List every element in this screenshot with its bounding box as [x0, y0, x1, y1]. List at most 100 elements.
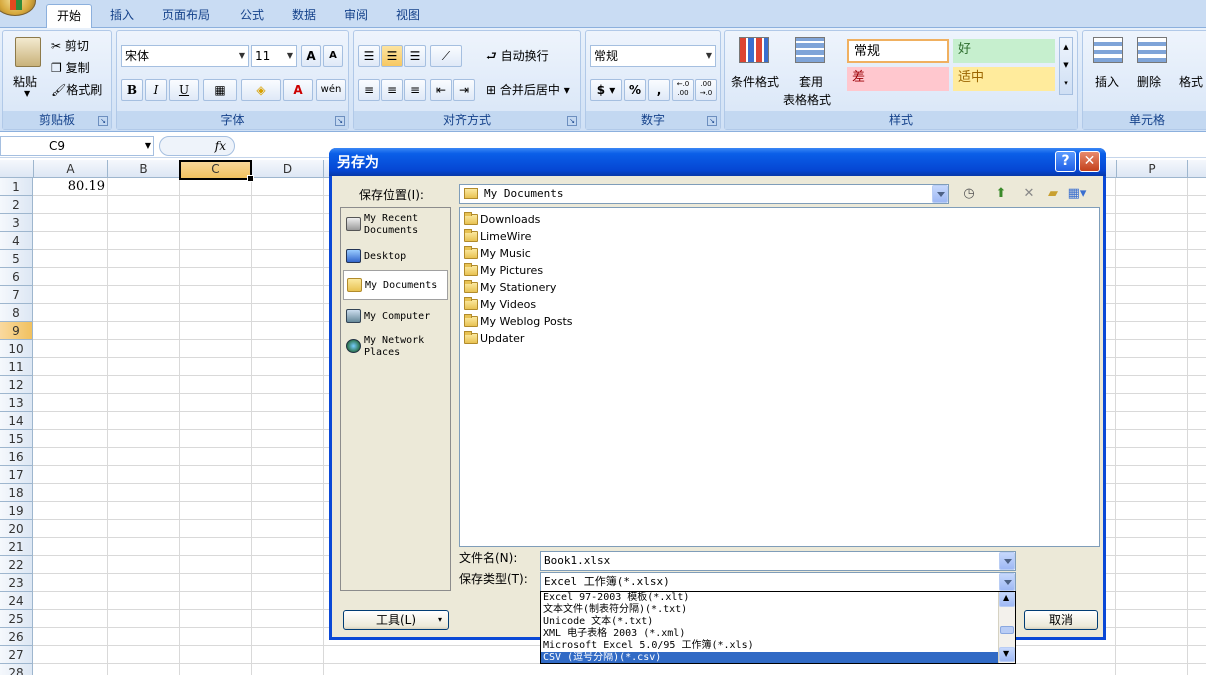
active-cell-c9[interactable] [179, 160, 254, 182]
row-header[interactable]: 14 [0, 412, 33, 430]
orientation-button[interactable]: ⟋ [430, 45, 462, 67]
italic-button[interactable]: I [145, 79, 167, 101]
comma-button[interactable]: , [648, 79, 670, 101]
bold-button[interactable]: B [121, 79, 143, 101]
place-desktop[interactable]: Desktop [343, 242, 448, 272]
column-header-b[interactable]: B [108, 160, 180, 178]
font-name-combo[interactable]: 宋体 ▼ [121, 45, 249, 67]
number-launcher-icon[interactable]: ↘ [707, 116, 717, 126]
cancel-button[interactable]: 取消 [1024, 610, 1098, 630]
row-header[interactable]: 16 [0, 448, 33, 466]
row-header[interactable]: 7 [0, 286, 33, 304]
align-right-button[interactable]: ≡ [404, 79, 426, 101]
filetype-option[interactable]: Microsoft Excel 5.0/95 工作簿(*.xls) [541, 640, 999, 652]
filetype-option[interactable]: 文本文件(制表符分隔)(*.txt) [541, 604, 999, 616]
filetype-option[interactable]: Unicode 文本(*.txt) [541, 616, 999, 628]
align-bottom-button[interactable]: ☰ [404, 45, 426, 67]
paste-dropdown-icon[interactable]: ▼ [24, 89, 30, 98]
file-item[interactable]: Downloads [462, 211, 540, 228]
new-folder-icon[interactable]: ▰ [1043, 185, 1063, 203]
scroll-thumb[interactable] [1000, 626, 1014, 634]
close-button[interactable]: ✕ [1079, 151, 1100, 172]
number-format-combo[interactable]: 常规 ▼ [590, 45, 716, 67]
scroll-up-button[interactable]: ▲ [999, 592, 1015, 607]
row-header[interactable]: 20 [0, 520, 33, 538]
style-bad[interactable]: 差 [847, 67, 949, 91]
file-item[interactable]: LimeWire [462, 228, 531, 245]
clipboard-launcher-icon[interactable]: ↘ [98, 116, 108, 126]
views-menu-icon[interactable]: ▦▾ [1067, 185, 1087, 203]
row-header[interactable]: 1 [0, 178, 33, 196]
shrink-font-button[interactable]: A [323, 45, 343, 67]
row-header[interactable]: 9 [0, 322, 33, 340]
currency-button[interactable]: $ ▾ [590, 79, 622, 101]
fill-color-button[interactable]: ◈ [241, 79, 281, 101]
conditional-format-button[interactable]: 条件格式 [731, 73, 779, 90]
row-header[interactable]: 11 [0, 358, 33, 376]
filename-input[interactable]: Book1.xlsx [540, 551, 1016, 571]
copy-button[interactable]: ❐ 复制 [51, 59, 90, 76]
row-header[interactable]: 12 [0, 376, 33, 394]
tab-home[interactable]: 开始 [46, 4, 93, 28]
file-item[interactable]: My Stationery [462, 279, 556, 296]
tab-formulas[interactable]: 公式 [230, 4, 274, 28]
row-header[interactable]: 4 [0, 232, 33, 250]
back-icon[interactable]: ◷ [959, 185, 979, 203]
dialog-titlebar[interactable]: 另存为 ? ✕ [329, 148, 1106, 176]
filetype-select[interactable]: Excel 工作簿(*.xlsx) [540, 572, 1016, 592]
border-button[interactable]: ▦ [203, 79, 237, 101]
filetype-dropdown-icon[interactable] [999, 573, 1015, 591]
column-header-a[interactable]: A [34, 160, 108, 178]
file-item[interactable]: Updater [462, 330, 524, 347]
row-header[interactable]: 22 [0, 556, 33, 574]
row-header[interactable]: 21 [0, 538, 33, 556]
cell-a1[interactable]: 80.19 [34, 178, 107, 196]
row-header[interactable]: 3 [0, 214, 33, 232]
row-header[interactable]: 10 [0, 340, 33, 358]
row-header[interactable]: 19 [0, 502, 33, 520]
grow-font-button[interactable]: A [301, 45, 321, 67]
insert-function-button[interactable]: fx [159, 136, 235, 156]
style-good[interactable]: 好 [953, 39, 1055, 63]
filetype-option[interactable]: Excel 97-2003 模板(*.xlt) [541, 592, 999, 604]
scroll-down-button[interactable]: ▼ [999, 647, 1015, 662]
tab-data[interactable]: 数据 [282, 4, 326, 28]
delete-icon[interactable]: ✕ [1019, 185, 1039, 203]
row-header[interactable]: 2 [0, 196, 33, 214]
row-header[interactable]: 13 [0, 394, 33, 412]
place-my-computer[interactable]: My Computer [343, 302, 448, 332]
style-normal[interactable]: 常规 [847, 39, 949, 63]
row-header[interactable]: 28 [0, 664, 33, 675]
percent-button[interactable]: % [624, 79, 646, 101]
row-header[interactable]: 6 [0, 268, 33, 286]
styles-gallery-scroll[interactable]: ▲ ▼ ▾ [1059, 37, 1073, 95]
tab-review[interactable]: 审阅 [334, 4, 378, 28]
alignment-launcher-icon[interactable]: ↘ [567, 116, 577, 126]
save-in-dropdown-icon[interactable] [932, 185, 948, 203]
row-header[interactable]: 25 [0, 610, 33, 628]
phonetic-button[interactable]: wén [316, 79, 346, 101]
file-list[interactable]: Downloads LimeWire My Music My Pictures My S… [459, 207, 1100, 547]
align-left-button[interactable]: ≡ [358, 79, 380, 101]
align-center-button[interactable]: ≡ [381, 79, 403, 101]
underline-button[interactable]: U [169, 79, 199, 101]
place-my-documents[interactable]: My Documents [343, 270, 448, 300]
row-header[interactable]: 8 [0, 304, 33, 322]
table-format-button-line2[interactable]: 表格格式 [783, 91, 831, 108]
place-my-network-places[interactable]: My Network Places [343, 332, 448, 362]
align-top-button[interactable]: ☰ [358, 45, 380, 67]
style-neutral[interactable]: 适中 [953, 67, 1055, 91]
row-header[interactable]: 24 [0, 592, 33, 610]
format-painter-button[interactable]: 🖌格式刷 [51, 81, 102, 98]
tab-insert[interactable]: 插入 [100, 4, 144, 28]
decrease-indent-button[interactable]: ⇤ [430, 79, 452, 101]
save-in-combo[interactable]: My Documents [459, 184, 949, 204]
paste-button[interactable]: 粘贴 [13, 73, 37, 90]
font-color-button[interactable]: A [283, 79, 313, 101]
filename-dropdown-icon[interactable] [999, 552, 1015, 570]
column-header-d[interactable]: D [252, 160, 324, 178]
name-box[interactable]: C9 ▼ [0, 136, 154, 156]
table-format-button[interactable]: 套用 [799, 73, 823, 90]
up-folder-icon[interactable]: ⬆ [991, 185, 1011, 203]
font-size-combo[interactable]: 11 ▼ [251, 45, 297, 67]
